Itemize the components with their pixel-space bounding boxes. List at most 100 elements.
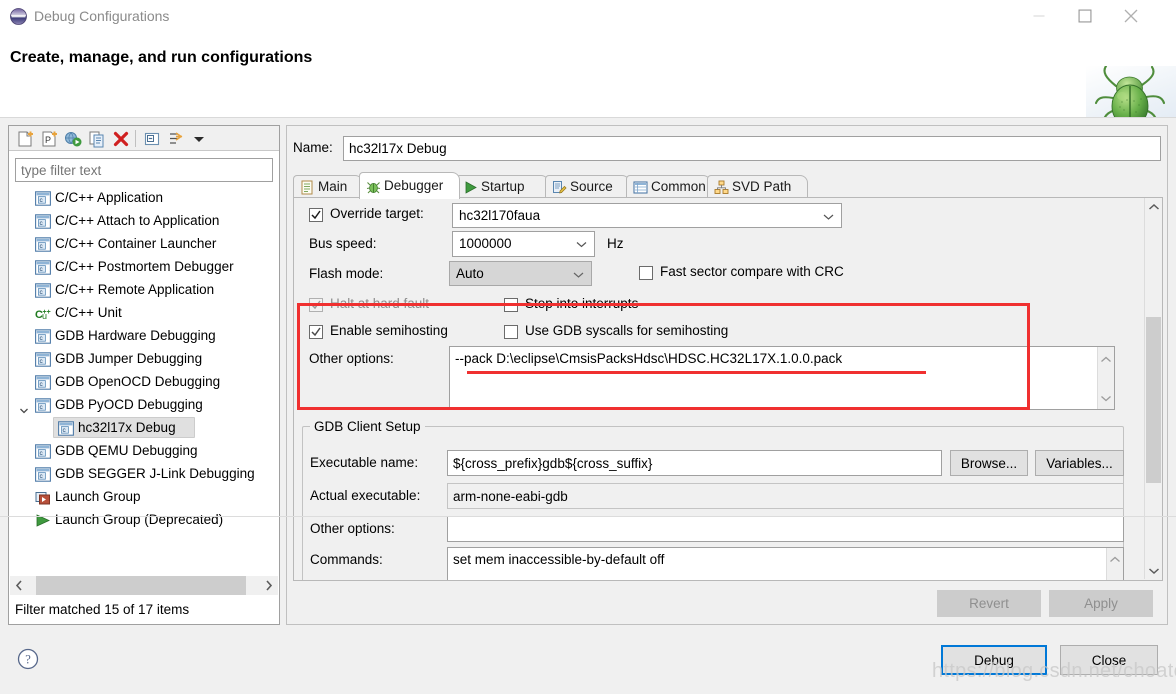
tab-source[interactable]: Source: [545, 175, 630, 198]
commands-textarea[interactable]: set mem inaccessible-by-default off: [447, 547, 1124, 581]
browse-button[interactable]: Browse...: [950, 450, 1028, 476]
textarea-scrollbar[interactable]: [1097, 347, 1114, 409]
scroll-up-arrow[interactable]: [1110, 551, 1121, 566]
minimize-button[interactable]: [1016, 0, 1062, 32]
halt-at-hard-fault-label: Halt at hard fault: [330, 296, 429, 311]
tab-debugger[interactable]: Debugger: [359, 172, 460, 199]
tab-startup[interactable]: Startup: [456, 175, 549, 198]
launch-group-icon: [35, 489, 51, 504]
c-launch-icon: c: [35, 328, 51, 343]
c-launch-icon: c: [35, 282, 51, 297]
tab-main[interactable]: Main: [293, 175, 363, 198]
tree-item[interactable]: cGDB QEMU Debugging: [11, 439, 277, 462]
tree-item[interactable]: cC/C++ Application: [11, 186, 277, 209]
tree-item-label: Launch Group (Deprecated): [55, 508, 223, 531]
close-window-button[interactable]: [1108, 0, 1154, 32]
tree-item[interactable]: cGDB OpenOCD Debugging: [11, 370, 277, 393]
tree-item-label: GDB SEGGER J-Link Debugging: [55, 462, 255, 485]
debugger-tab-content: Override target: hc32l170faua Bus speed:…: [293, 198, 1163, 581]
configuration-editor-panel: Name: MainDebuggerStartupSourceCommonSVD…: [286, 125, 1168, 625]
tree-item[interactable]: cC/C++ Remote Application: [11, 278, 277, 301]
tree-item[interactable]: cGDB PyOCD Debugging: [11, 393, 277, 416]
scroll-down-arrow[interactable]: [1101, 390, 1112, 405]
tree-item[interactable]: cGDB Jumper Debugging: [11, 347, 277, 370]
scroll-left-arrow[interactable]: [10, 576, 28, 595]
tree-item-selected[interactable]: chc32l17x Debug: [11, 416, 277, 439]
form-vertical-scrollbar[interactable]: [1144, 198, 1162, 579]
export-icon[interactable]: [63, 129, 83, 149]
fast-sector-compare-checkbox[interactable]: [639, 266, 653, 280]
revert-button[interactable]: Revert: [937, 590, 1041, 617]
close-button[interactable]: Close: [1060, 645, 1158, 675]
configuration-name-input[interactable]: [343, 136, 1161, 161]
chevron-down-icon[interactable]: [19, 400, 29, 410]
tree-item-label: C/C++ Container Launcher: [55, 232, 216, 255]
svg-text:?: ?: [25, 653, 31, 667]
c-launch-icon: c: [35, 213, 51, 228]
gdb-other-options-input[interactable]: [447, 516, 1124, 542]
tree-item[interactable]: cC/C++ Postmortem Debugger: [11, 255, 277, 278]
tree-horizontal-scrollbar[interactable]: [10, 576, 278, 595]
duplicate-icon[interactable]: [87, 129, 107, 149]
flash-mode-label: Flash mode:: [309, 266, 383, 281]
tree-item[interactable]: cC/C++ Container Launcher: [11, 232, 277, 255]
variables-button[interactable]: Variables...: [1035, 450, 1124, 476]
maximize-button[interactable]: [1062, 0, 1108, 32]
debugger-other-options-label: Other options:: [309, 351, 394, 366]
tab-label: Startup: [481, 176, 525, 198]
scroll-right-arrow[interactable]: [260, 576, 278, 595]
svd-path-tab-icon: [714, 180, 729, 195]
step-into-interrupts-checkbox[interactable]: [504, 298, 518, 312]
actual-executable-field: [447, 483, 1124, 509]
scroll-up-arrow[interactable]: [1145, 198, 1162, 215]
debugger-other-options-textarea[interactable]: --pack D:\eclipse\CmsisPacksHdsc\HDSC.HC…: [449, 346, 1115, 410]
scroll-up-arrow[interactable]: [1101, 351, 1112, 366]
tab-svd-path[interactable]: SVD Path: [707, 175, 808, 198]
scroll-thumb[interactable]: [1146, 317, 1161, 483]
collapse-all-icon[interactable]: [142, 129, 162, 149]
page-title: Create, manage, and run configurations: [10, 49, 312, 67]
flash-mode-value: Auto: [456, 262, 484, 285]
tree-item[interactable]: Launch Group: [11, 485, 277, 508]
tab-label: SVD Path: [732, 176, 791, 198]
commands-value: set mem inaccessible-by-default off: [453, 552, 664, 567]
tree-item[interactable]: C++uC/C++ Unit: [11, 301, 277, 324]
tab-common[interactable]: Common: [626, 175, 711, 198]
filter-input[interactable]: [15, 158, 273, 182]
tab-label: Source: [570, 176, 613, 198]
delete-icon[interactable]: [111, 129, 131, 149]
window-title: Debug Configurations: [34, 8, 169, 24]
new-prototype-icon[interactable]: P: [39, 129, 59, 149]
configurations-tree[interactable]: cC/C++ ApplicationcC/C++ Attach to Appli…: [11, 186, 277, 571]
launch-group-deprecated-icon: [35, 512, 51, 527]
halt-at-hard-fault-checkbox[interactable]: [309, 298, 323, 312]
commands-scrollbar[interactable]: [1106, 548, 1123, 581]
override-target-combo[interactable]: hc32l170faua: [452, 203, 842, 228]
view-menu-icon[interactable]: [189, 129, 209, 149]
use-gdb-syscalls-checkbox[interactable]: [504, 325, 518, 339]
help-question-icon[interactable]: ?: [17, 648, 39, 670]
tree-item[interactable]: cGDB Hardware Debugging: [11, 324, 277, 347]
filter-status-text: Filter matched 15 of 17 items: [9, 596, 279, 624]
debug-button[interactable]: Debug: [941, 645, 1047, 675]
c-launch-icon: c: [58, 420, 74, 435]
tree-item-label: GDB Jumper Debugging: [55, 347, 202, 370]
scroll-thumb[interactable]: [36, 576, 246, 595]
tab-bar[interactable]: MainDebugger Startup Source Common SVD Path: [293, 172, 1163, 198]
debugger-tab-icon: [366, 178, 381, 193]
override-target-checkbox[interactable]: [309, 208, 323, 222]
gdb-other-options-label: Other options:: [310, 521, 395, 536]
new-configuration-icon[interactable]: [15, 129, 35, 149]
tree-item[interactable]: cGDB SEGGER J-Link Debugging: [11, 462, 277, 485]
apply-button[interactable]: Apply: [1049, 590, 1153, 617]
enable-semihosting-checkbox[interactable]: [309, 325, 323, 339]
source-tab-icon: [552, 180, 567, 195]
executable-name-input[interactable]: [447, 450, 942, 476]
bus-speed-combo[interactable]: 1000000: [452, 231, 595, 257]
tree-item[interactable]: Launch Group (Deprecated): [11, 508, 277, 531]
tree-item[interactable]: cC/C++ Attach to Application: [11, 209, 277, 232]
flash-mode-combo[interactable]: Auto: [449, 261, 592, 286]
filter-icon[interactable]: [166, 129, 186, 149]
bus-speed-value: 1000000: [459, 232, 512, 256]
scroll-down-arrow[interactable]: [1145, 562, 1162, 579]
